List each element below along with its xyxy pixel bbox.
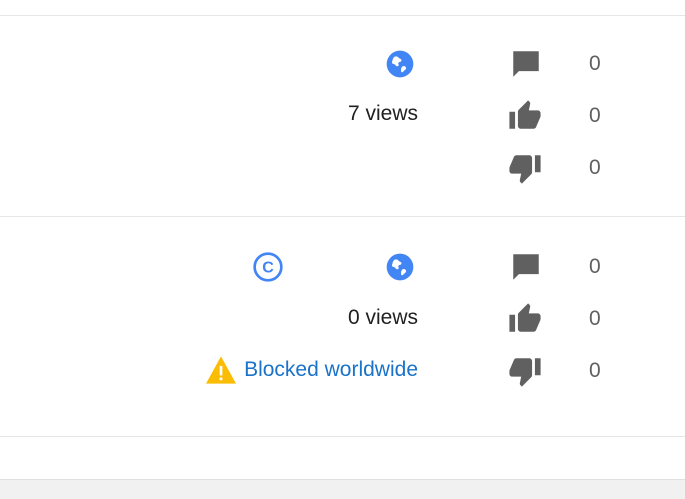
globe-icon[interactable] xyxy=(384,48,416,80)
thumb-down-icon[interactable] xyxy=(508,354,542,388)
restriction-status: Blocked worldwide xyxy=(204,355,418,385)
views-count: 7 views xyxy=(347,102,418,125)
like-count: 0 xyxy=(589,104,601,127)
dislike-count: 0 xyxy=(589,359,601,382)
copyright-icon[interactable]: C xyxy=(252,251,284,283)
comment-count: 0 xyxy=(589,255,601,278)
svg-text:C: C xyxy=(262,260,274,277)
globe-icon[interactable] xyxy=(384,251,416,283)
thumb-up-icon[interactable] xyxy=(508,302,542,336)
thumb-up-icon[interactable] xyxy=(508,99,542,133)
blocked-worldwide-link[interactable]: Blocked worldwide xyxy=(244,358,418,382)
comment-icon[interactable] xyxy=(509,47,543,81)
warning-icon xyxy=(206,356,237,384)
dislike-count: 0 xyxy=(589,156,601,179)
like-count: 0 xyxy=(589,307,601,330)
thumb-down-icon[interactable] xyxy=(508,151,542,185)
comment-icon[interactable] xyxy=(509,250,543,284)
row-divider xyxy=(0,436,685,437)
video-row: C 0 views Blocked worldwide 0 0 0 xyxy=(0,217,685,436)
footer-bar xyxy=(0,479,685,499)
video-row: 7 views 0 0 0 xyxy=(0,16,685,216)
comment-count: 0 xyxy=(589,52,601,75)
views-count: 0 views xyxy=(347,306,418,329)
